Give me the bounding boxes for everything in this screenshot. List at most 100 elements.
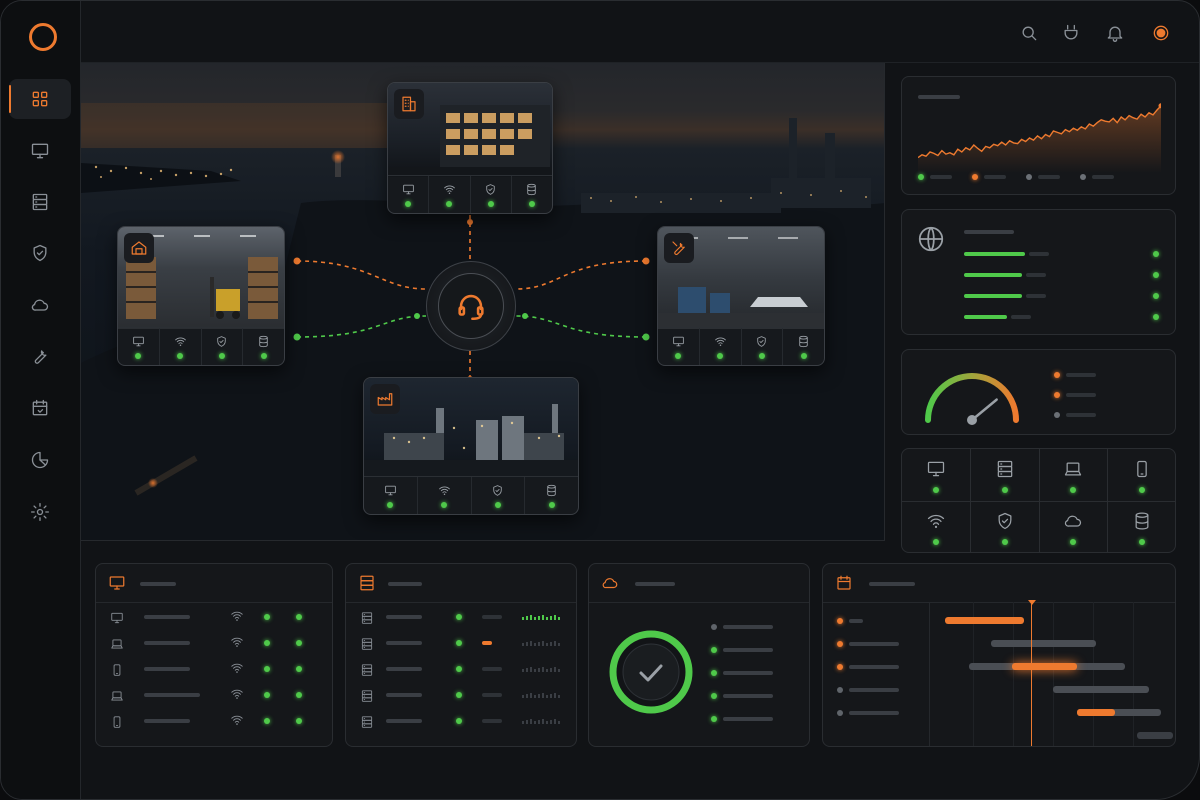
server-load-tick (542, 641, 544, 646)
site-status-cell-monitor[interactable] (658, 328, 700, 365)
grid-icon (32, 91, 48, 107)
site-card-office[interactable] (387, 82, 553, 214)
site-status-cell-monitor[interactable] (118, 328, 160, 365)
gantt-bar-active[interactable] (1077, 709, 1116, 716)
endpoint-status-dot (264, 640, 270, 646)
sidebar-item-settings[interactable] (9, 492, 71, 532)
site-status-cell-shield[interactable] (202, 328, 244, 365)
schedule-row-label (849, 665, 899, 669)
network-status-dot (1153, 314, 1159, 320)
device-cell-phone[interactable] (1108, 451, 1176, 501)
device-status-dot (933, 487, 939, 493)
server-load-tick (538, 642, 540, 646)
cloud-row-label (723, 671, 773, 675)
server-load-tick (542, 719, 544, 724)
site-status-cell-monitor[interactable] (364, 477, 418, 514)
sidebar-item-calendar[interactable] (9, 388, 71, 428)
server-load-tick (546, 669, 548, 672)
server-load-tick (530, 615, 532, 620)
site-status-cell-database[interactable] (783, 328, 824, 365)
sidebar-item-cloud[interactable] (9, 285, 71, 325)
device-cell-laptop[interactable] (1039, 451, 1107, 501)
site-status-cell-wifi[interactable] (160, 328, 202, 365)
gantt-bar-active[interactable] (1012, 663, 1077, 670)
status-indicator-icon (1153, 25, 1169, 41)
database-icon (259, 335, 268, 347)
site-card-workshop[interactable] (657, 226, 825, 366)
site-status-cell-monitor[interactable] (388, 176, 430, 213)
site-status-cell-database[interactable] (243, 328, 284, 365)
integrations-button[interactable] (1061, 23, 1081, 43)
sidebar-item-monitors[interactable] (9, 131, 71, 171)
server-load-tick (558, 669, 560, 672)
sidebar-item-security[interactable] (9, 233, 71, 273)
device-cell-database[interactable] (1108, 503, 1176, 553)
site-status-cell-shield[interactable] (472, 477, 526, 514)
server-load-tick (530, 693, 532, 698)
status-dot (135, 352, 142, 359)
site-card-factory[interactable] (363, 377, 579, 515)
status-dot (487, 200, 494, 207)
device-status-dot (1001, 539, 1008, 545)
endpoint-status-dot (264, 718, 270, 724)
endpoint-row-icon (110, 714, 124, 728)
endpoint-wifi (230, 686, 244, 700)
site-status-cell-database[interactable] (525, 477, 578, 514)
sidebar-item-servers[interactable] (9, 182, 71, 222)
server-load-tick (558, 617, 560, 620)
endpoint-wifi (230, 608, 244, 622)
server-load-tick (522, 669, 524, 672)
schedule-row-dot (837, 710, 843, 716)
cloud-icon (602, 578, 618, 589)
site-status-cell-wifi[interactable] (429, 176, 471, 213)
server-load-tick (538, 694, 540, 698)
site-status-cell-shield[interactable] (471, 176, 512, 213)
endpoint-status-dot (296, 666, 302, 672)
profile-button[interactable] (1151, 23, 1171, 43)
server-row-label (386, 641, 422, 645)
monitor-icon (385, 485, 396, 495)
site-status-cell-wifi[interactable] (700, 328, 742, 365)
schedule-row-dot (837, 618, 843, 624)
gauge-legend-label (1066, 373, 1096, 377)
device-cell-shield[interactable] (971, 503, 1039, 553)
cloud-row-dot (711, 647, 717, 653)
search-button[interactable] (1019, 23, 1039, 43)
server-icon (360, 575, 374, 591)
gantt-bar[interactable] (990, 640, 1097, 647)
server-load-tick (534, 669, 536, 672)
sidebar-item-reports[interactable] (9, 440, 71, 480)
device-cell-monitor[interactable] (902, 451, 970, 501)
notifications-button[interactable] (1105, 23, 1125, 43)
device-cell-cloud[interactable] (1039, 503, 1107, 553)
server-row-icon (360, 688, 374, 702)
factory-icon (377, 393, 393, 406)
server-status-dot (456, 640, 462, 646)
site-status-cell-shield[interactable] (742, 328, 784, 365)
gantt-bar[interactable] (945, 617, 1025, 624)
device-cell-server[interactable] (971, 451, 1039, 501)
server-icon (997, 460, 1012, 478)
site-map (81, 63, 885, 541)
site-status-cell-wifi[interactable] (418, 477, 472, 514)
device-status-dot (1138, 539, 1145, 545)
site-card-warehouse[interactable] (117, 226, 285, 366)
gantt-bar[interactable] (1137, 732, 1173, 739)
cloud-row-dot (711, 624, 717, 630)
sidebar-item-dashboard[interactable] (9, 79, 71, 119)
globe-icon (918, 226, 944, 252)
site-status-factory (364, 476, 578, 514)
database-icon (527, 183, 537, 195)
gantt-bar[interactable] (1053, 686, 1149, 693)
network-panel-title (964, 230, 1014, 234)
trend-legend-dot (1080, 174, 1086, 180)
device-cell-wifi[interactable] (902, 503, 970, 553)
monitor-icon (109, 576, 125, 590)
support-hub[interactable] (426, 261, 516, 351)
sidebar-item-tools[interactable] (9, 336, 71, 376)
site-status-cell-database[interactable] (512, 176, 552, 213)
wifi-icon (438, 486, 450, 495)
wifi-icon (231, 637, 243, 647)
cloud-row-label (723, 625, 773, 629)
schedule-row-label (849, 619, 863, 623)
